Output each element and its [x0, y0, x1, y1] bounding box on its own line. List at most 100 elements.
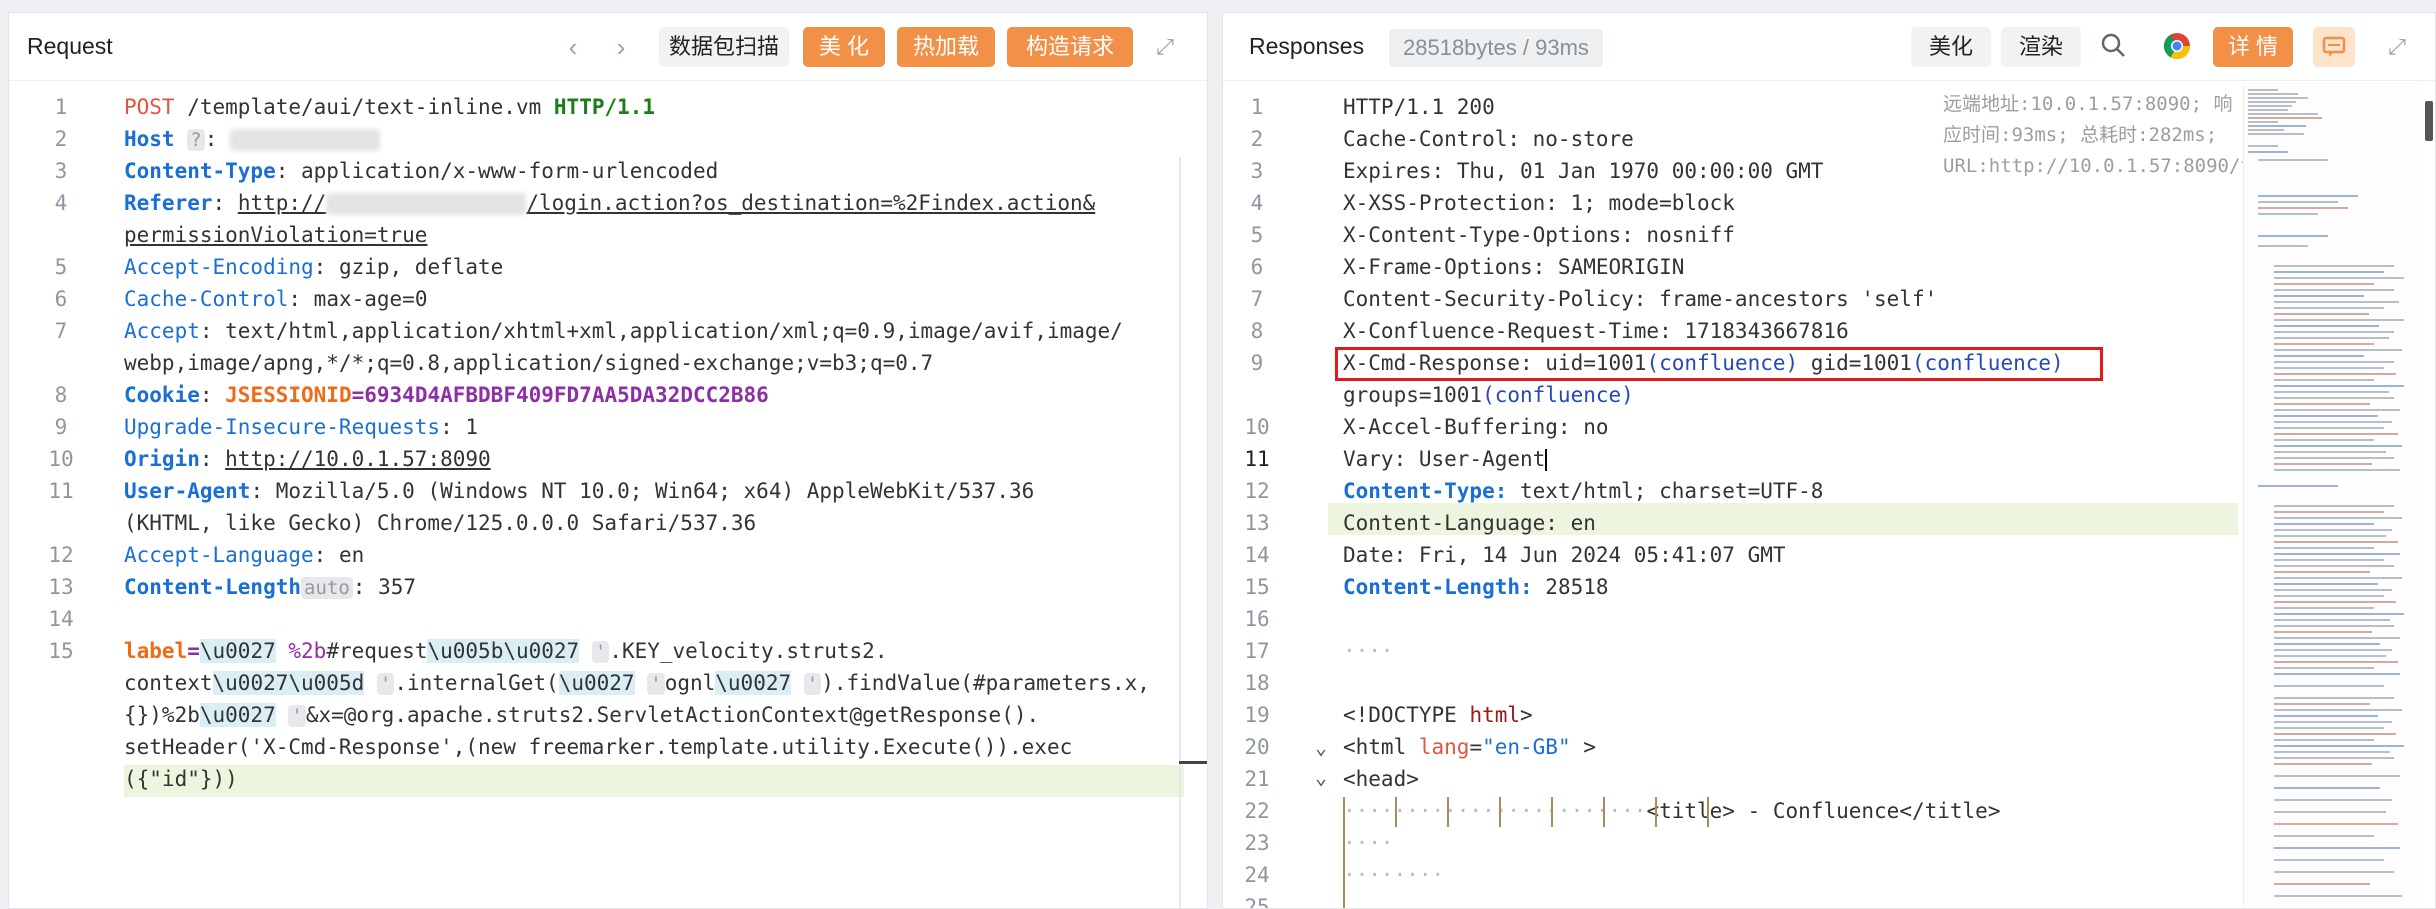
- html-doctype: <!DOCTYPE html>: [1343, 703, 1533, 727]
- line-number: 22: [1244, 799, 1270, 823]
- text-cursor: [1545, 449, 1548, 471]
- request-body-cont: context\u0027\u005d ' .internalGet(\u0027…: [124, 671, 1150, 695]
- line-number: 4: [1250, 191, 1264, 215]
- line-number: 7: [54, 319, 68, 343]
- request-toolbar: Request ‹ › 数据包扫描 美 化 热加载 构造请求 ⤢: [9, 13, 1207, 81]
- code-minimap[interactable]: [2243, 85, 2419, 908]
- indent-guide: [1395, 797, 1397, 827]
- line-number: 2: [54, 127, 68, 151]
- line-number: 8: [54, 383, 68, 407]
- expand-icon[interactable]: ⤢: [2381, 31, 2413, 63]
- status-line: HTTP/1.1 200: [1343, 95, 1495, 119]
- line-number: 24: [1244, 863, 1270, 887]
- line-number: 9: [54, 415, 68, 439]
- line-number: 23: [1244, 831, 1270, 855]
- line-number: 5: [54, 255, 68, 279]
- indent-guide: [1655, 797, 1657, 827]
- line-number: 10: [1244, 415, 1270, 439]
- response-size-badge: 28518bytes / 93ms: [1389, 29, 1603, 67]
- hotload-button[interactable]: 热加载: [897, 27, 995, 67]
- expand-icon[interactable]: ⤢: [1149, 31, 1181, 63]
- line-number: 1: [1250, 95, 1264, 119]
- resp-header: Content-Security-Policy: frame-ancestors…: [1343, 287, 1938, 311]
- line-number: 16: [1244, 607, 1270, 631]
- scan-packet-button[interactable]: 数据包扫描: [659, 27, 789, 67]
- line-number: 11: [1244, 447, 1270, 471]
- request-line: POST /template/aui/text-inline.vm HTTP/1…: [124, 95, 656, 119]
- resp-header: Vary: User-Agent: [1343, 447, 1548, 471]
- line-number: 13: [48, 575, 74, 599]
- line-number: 15: [48, 639, 74, 663]
- response-beautify-button[interactable]: 美化: [1911, 27, 1991, 67]
- line-number: 6: [54, 287, 68, 311]
- response-toolbar: Responses 28518bytes / 93ms 美化 渲染 详 情 ⤢: [1223, 13, 2435, 81]
- whitespace-dots: ····: [1343, 831, 1394, 855]
- header-accept-language: Accept-Language: en: [124, 543, 365, 567]
- header-content-type: Content-Type: application/x-www-form-url…: [124, 159, 719, 183]
- resp-header-cmd-cont: groups=1001(confluence): [1343, 383, 1634, 407]
- request-editor[interactable]: 1 2 3 4 5 6 7 8 9 10 11 12 13 14 15 POST…: [9, 85, 1207, 908]
- header-accept-cont: webp,image/apng,*/*;q=0.8,application/si…: [124, 351, 934, 375]
- line-number: 10: [48, 447, 74, 471]
- fold-chevron-icon[interactable]: ⌄: [1315, 765, 1335, 789]
- indent-guide: [1447, 797, 1449, 827]
- resp-header: X-XSS-Protection: 1; mode=block: [1343, 191, 1735, 215]
- line-number: 17: [1244, 639, 1270, 663]
- construct-request-button[interactable]: 构造请求: [1007, 27, 1133, 67]
- response-title: Responses: [1249, 33, 1365, 59]
- line-number: 11: [48, 479, 74, 503]
- line-number: 18: [1244, 671, 1270, 695]
- chevron-right-icon[interactable]: ›: [605, 31, 637, 63]
- html-tag: <html lang="en-GB" >: [1343, 735, 1596, 759]
- request-body: label=\u0027 %2b#request\u005b\u0027 ' .K…: [124, 639, 888, 663]
- header-accept: Accept: text/html,application/xhtml+xml,…: [124, 319, 1123, 343]
- fold-chevron-icon[interactable]: ⌄: [1315, 735, 1335, 759]
- header-host: Host ?:: [124, 127, 380, 151]
- request-pane: Request ‹ › 数据包扫描 美 化 热加载 构造请求 ⤢ 1 2 3 4…: [8, 12, 1208, 909]
- resp-header: Date: Fri, 14 Jun 2024 05:41:07 GMT: [1343, 543, 1786, 567]
- line-number: 7: [1250, 287, 1264, 311]
- comment-icon[interactable]: [2313, 27, 2355, 67]
- line-number: 21: [1244, 767, 1270, 791]
- line-number: 25: [1244, 895, 1270, 909]
- chrome-icon[interactable]: [2161, 31, 2193, 63]
- line-number: 20: [1244, 735, 1270, 759]
- line-number: 14: [1244, 543, 1270, 567]
- detail-button[interactable]: 详 情: [2213, 27, 2293, 67]
- resp-header: Content-Length: 28518: [1343, 575, 1609, 599]
- line-number: 1: [54, 95, 68, 119]
- line-number: 5: [1250, 223, 1264, 247]
- whitespace-dots: ····: [1343, 639, 1394, 663]
- header-content-length: Content-Length auto: 357: [124, 575, 417, 599]
- response-pane: Responses 28518bytes / 93ms 美化 渲染 详 情 ⤢ …: [1222, 12, 2436, 909]
- resp-header: X-Content-Type-Options: nosniff: [1343, 223, 1735, 247]
- header-user-agent-cont: (KHTML, like Gecko) Chrome/125.0.0.0 Saf…: [124, 511, 757, 535]
- line-number: 3: [1250, 159, 1264, 183]
- redacted-value: [326, 193, 527, 215]
- line-number: 15: [1244, 575, 1270, 599]
- head-tag: <head>: [1343, 767, 1419, 791]
- header-accept-encoding: Accept-Encoding: gzip, deflate: [124, 255, 504, 279]
- title-tag: ························<title> - Conflu…: [1343, 799, 2001, 823]
- response-scroll-thumb[interactable]: [2425, 101, 2433, 141]
- line-number: 4: [54, 191, 68, 215]
- header-referer-cont: permissionViolation=true: [124, 223, 428, 247]
- header-user-agent: User-Agent: Mozilla/5.0 (Windows NT 10.0…: [124, 479, 1035, 503]
- line-number: 12: [1244, 479, 1270, 503]
- editor-scroll-track[interactable]: [1179, 157, 1181, 908]
- whitespace-dots: ········: [1343, 863, 1445, 887]
- search-icon[interactable]: [2097, 31, 2129, 63]
- line-number: 6: [1250, 255, 1264, 279]
- chevron-left-icon[interactable]: ‹: [557, 31, 589, 63]
- beautify-button[interactable]: 美 化: [803, 27, 885, 67]
- resp-header: Expires: Thu, 01 Jan 1970 00:00:00 GMT: [1343, 159, 1824, 183]
- line-number: 13: [1244, 511, 1270, 535]
- line-number: 19: [1244, 703, 1270, 727]
- request-body-cont: ({"id"})): [124, 767, 238, 791]
- response-info-text: 远端地址:10.0.1.57:8090; 响应时间:93ms; 总耗时:282m…: [1943, 93, 2367, 177]
- render-button[interactable]: 渲染: [2001, 27, 2081, 67]
- line-number: 9: [1250, 351, 1264, 375]
- editor-scroll-thumb[interactable]: [1179, 761, 1207, 764]
- line-number: 14: [48, 607, 74, 631]
- resp-header: Content-Type: text/html; charset=UTF-8: [1343, 479, 1824, 503]
